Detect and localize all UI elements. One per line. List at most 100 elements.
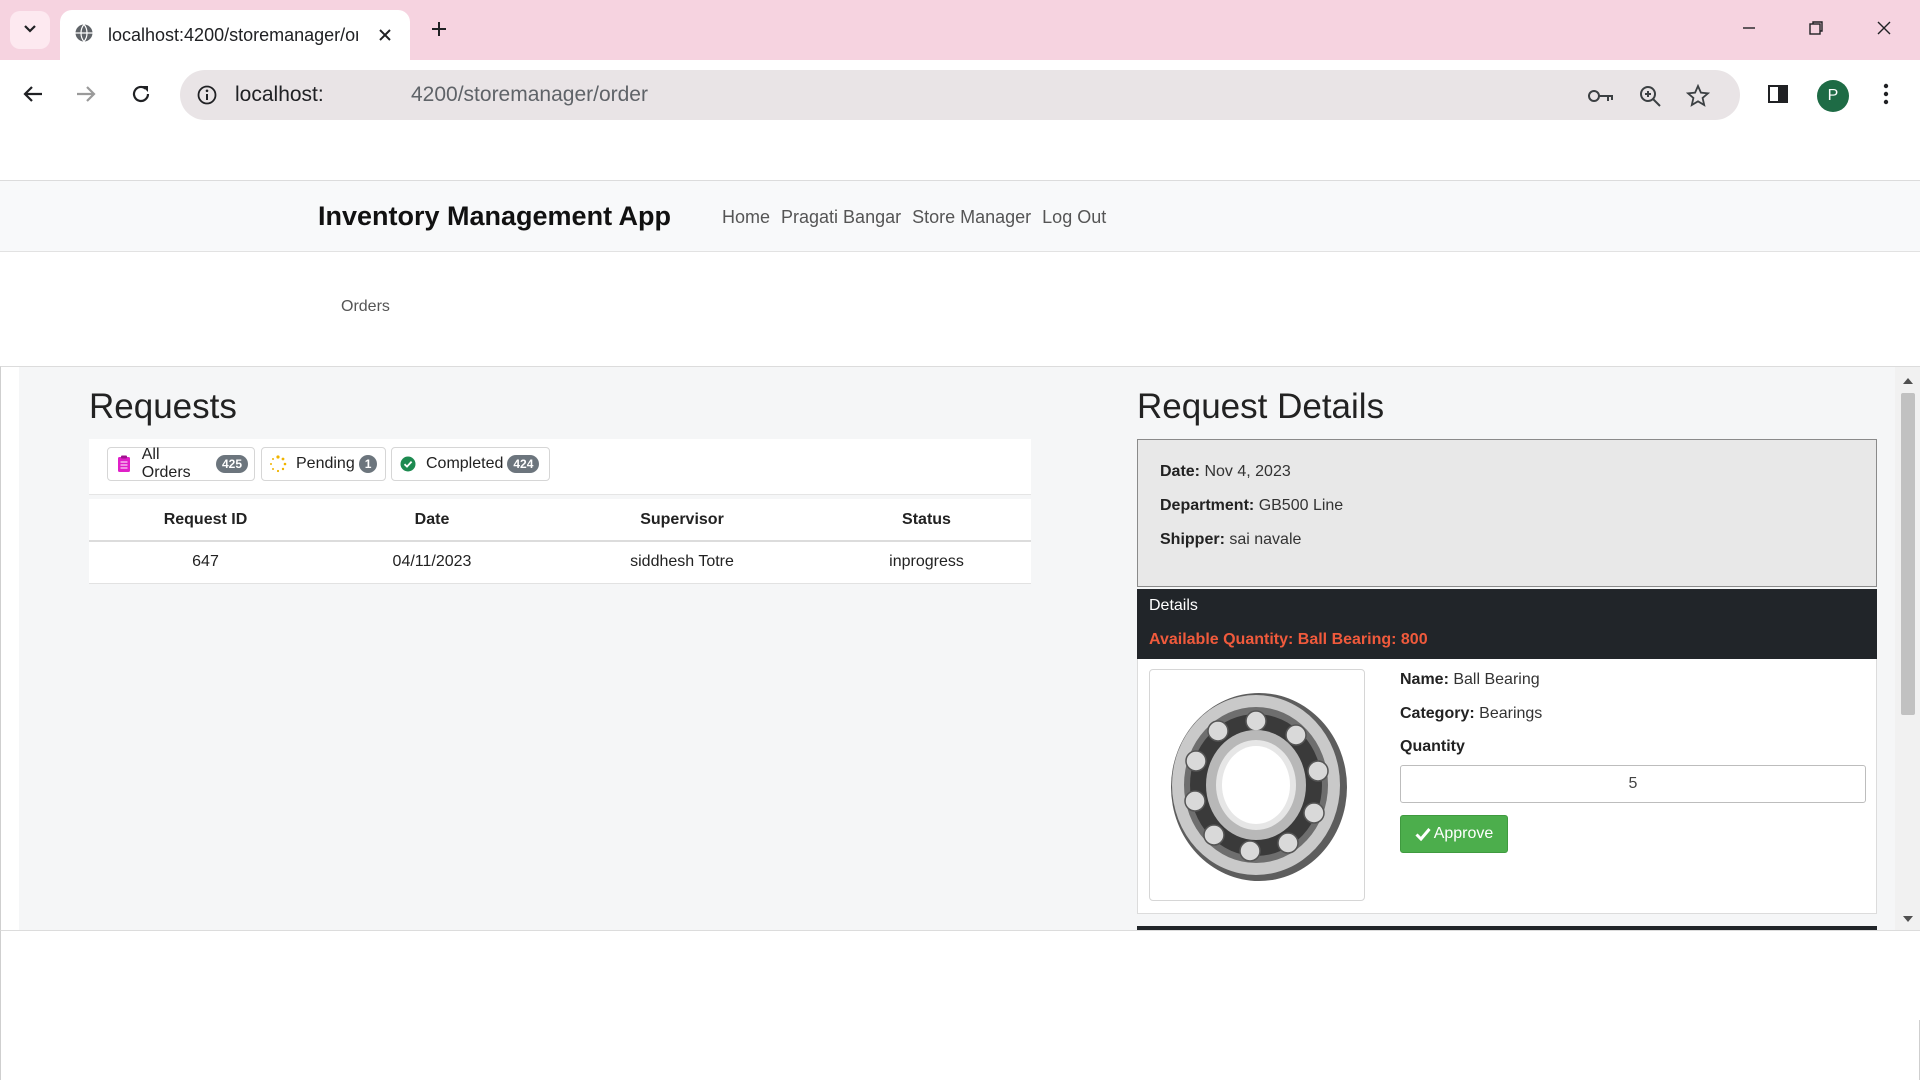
plus-icon <box>430 20 448 43</box>
breadcrumb[interactable]: Orders <box>341 298 390 316</box>
quantity-label-row: Quantity <box>1400 738 1465 756</box>
orders-panel: Requests All Orders 425 Pending 1 Comple… <box>19 367 1895 930</box>
nav-link-logout[interactable]: Log Out <box>1042 207 1106 228</box>
approve-button[interactable]: Approve <box>1400 815 1508 853</box>
filter-all-orders-count: 425 <box>215 455 248 473</box>
quantity-label: Quantity <box>1400 738 1465 755</box>
cell-status: inprogress <box>822 541 1031 584</box>
nav-link-user[interactable]: Pragati Bangar <box>781 207 901 228</box>
key-icon[interactable] <box>1587 82 1615 110</box>
shipper-label: Shipper: <box>1160 531 1225 548</box>
nav-links: Home Pragati Bangar Store Manager Log Ou… <box>722 207 1106 228</box>
check-circle-icon <box>398 454 418 474</box>
department-label: Department: <box>1160 497 1255 514</box>
filter-completed-count: 424 <box>507 455 540 473</box>
filter-pending-button[interactable]: Pending 1 <box>261 447 386 481</box>
star-icon[interactable] <box>1684 82 1712 110</box>
available-quantity-text: Available Quantity: Ball Bearing: 800 <box>1149 631 1428 648</box>
zoom-icon[interactable] <box>1636 82 1664 110</box>
kebab-menu-icon <box>1883 83 1889 110</box>
nav-link-store-manager[interactable]: Store Manager <box>912 207 1031 228</box>
globe-icon <box>74 23 94 48</box>
filter-bar: All Orders 425 Pending 1 Completed 424 <box>89 439 1031 495</box>
col-status[interactable]: Status <box>822 499 1031 542</box>
check-icon <box>1415 827 1431 841</box>
item-name-label: Name: <box>1400 671 1449 688</box>
nav-link-home[interactable]: Home <box>722 207 770 228</box>
browser-tabstrip: localhost:4200/storemanager/order <box>0 0 1920 60</box>
side-panel-button[interactable] <box>1758 76 1798 116</box>
reload-button[interactable] <box>121 76 161 116</box>
shipper-value: sai navale <box>1229 531 1302 548</box>
item-name-row: Name: Ball Bearing <box>1400 671 1540 689</box>
back-button[interactable] <box>13 76 53 116</box>
site-info-icon[interactable] <box>194 82 220 108</box>
filter-all-orders-button[interactable]: All Orders 425 <box>107 446 255 481</box>
minimize-icon <box>1741 20 1757 41</box>
address-bar[interactable]: localhost: 4200/storemanager/order <box>180 70 1740 120</box>
menu-button[interactable] <box>1866 76 1906 116</box>
spinner-icon <box>268 454 288 474</box>
ball-bearing-image <box>1171 693 1347 881</box>
url-host: localhost: <box>235 83 324 106</box>
col-supervisor[interactable]: Supervisor <box>542 499 822 542</box>
details-header: Details Available Quantity: Ball Bearing… <box>1137 589 1877 659</box>
details-title: Request Details <box>1137 387 1385 426</box>
page-left-edge <box>0 931 1 1080</box>
requests-table: Request ID Date Supervisor Status 647 04… <box>89 499 1031 584</box>
arrow-left-icon <box>22 83 44 110</box>
table-row[interactable]: 647 04/11/2023 siddhesh Totre inprogress <box>89 541 1031 584</box>
details-section-title: Details <box>1149 597 1198 614</box>
reload-icon <box>130 83 152 110</box>
shipper-row: Shipper: sai navale <box>1160 531 1301 549</box>
forward-button[interactable] <box>66 76 106 116</box>
arrow-right-icon <box>75 83 97 110</box>
next-item-card-header <box>1137 926 1877 930</box>
department-row: Department: GB500 Line <box>1160 497 1343 515</box>
profile-avatar[interactable]: P <box>1817 80 1849 112</box>
tab-title: localhost:4200/storemanager/order <box>108 24 358 45</box>
table-header-row: Request ID Date Supervisor Status <box>89 499 1031 542</box>
tab-search-button[interactable] <box>10 11 50 49</box>
minimize-button[interactable] <box>1729 14 1769 46</box>
approve-label: Approve <box>1433 825 1494 842</box>
scroll-up-icon[interactable] <box>1902 375 1914 387</box>
filter-pending-count: 1 <box>358 455 378 473</box>
orders-frame: Requests All Orders 425 Pending 1 Comple… <box>0 366 1920 931</box>
browser-tab-active[interactable]: localhost:4200/storemanager/order <box>60 10 410 60</box>
cell-request-id: 647 <box>89 541 322 584</box>
cell-date: 04/11/2023 <box>322 541 542 584</box>
app-navbar: Inventory Management App Home Pragati Ba… <box>0 180 1920 252</box>
date-label: Date: <box>1160 463 1201 480</box>
panel-scrollbar[interactable] <box>1895 367 1920 930</box>
item-card: Name: Ball Bearing Category: Bearings Qu… <box>1137 659 1877 914</box>
clipboard-icon <box>114 454 134 474</box>
restore-button[interactable] <box>1796 14 1836 46</box>
filter-completed-button[interactable]: Completed 424 <box>391 447 550 481</box>
close-tab-icon[interactable] <box>374 24 396 46</box>
requests-title: Requests <box>89 387 237 426</box>
filter-pending-label: Pending <box>296 455 355 472</box>
date-row: Date: Nov 4, 2023 <box>1160 463 1291 481</box>
item-category-row: Category: Bearings <box>1400 705 1542 723</box>
product-image <box>1149 669 1365 901</box>
restore-icon <box>1808 20 1824 41</box>
date-value: Nov 4, 2023 <box>1204 463 1291 480</box>
close-icon <box>1876 20 1892 41</box>
url-path: 4200/storemanager/order <box>411 83 648 106</box>
col-date[interactable]: Date <box>322 499 542 542</box>
cell-supervisor: siddhesh Totre <box>542 541 822 584</box>
quantity-input[interactable] <box>1400 765 1866 803</box>
item-category-value: Bearings <box>1479 705 1543 722</box>
close-window-button[interactable] <box>1864 14 1904 46</box>
filter-all-orders-label: All Orders <box>141 446 191 481</box>
department-value: GB500 Line <box>1258 497 1344 514</box>
side-panel-icon <box>1767 83 1789 110</box>
browser-toolbar: localhost: 4200/storemanager/order P <box>0 60 1920 188</box>
col-request-id[interactable]: Request ID <box>89 499 322 542</box>
scroll-thumb[interactable] <box>1901 393 1915 715</box>
item-name-value: Ball Bearing <box>1453 671 1540 688</box>
new-tab-button[interactable] <box>424 16 454 46</box>
scroll-down-icon[interactable] <box>1902 913 1914 925</box>
app-brand[interactable]: Inventory Management App <box>318 201 671 232</box>
